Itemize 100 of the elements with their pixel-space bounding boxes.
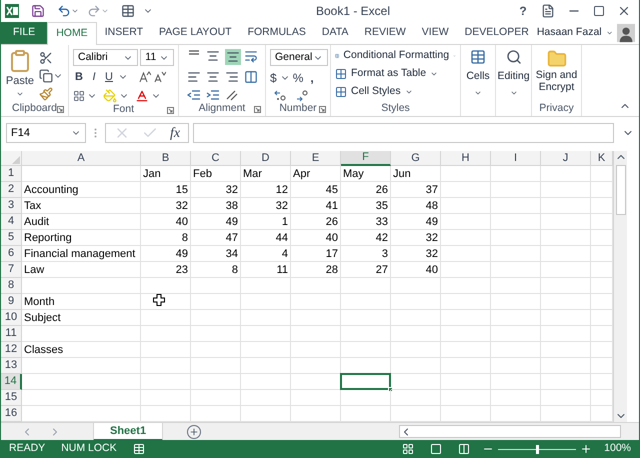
column-header[interactable]: D (241, 151, 291, 166)
ribbon-tab[interactable]: HOME (47, 22, 97, 45)
zoom-slider[interactable] (498, 444, 576, 454)
dialog-launcher-icon[interactable] (319, 106, 326, 113)
number-format-field[interactable]: General (270, 49, 328, 66)
decrease-decimal-icon[interactable] (296, 90, 310, 102)
column-header[interactable]: K (591, 151, 613, 166)
ribbon-tab[interactable]: REVIEW (356, 22, 414, 44)
row-header[interactable]: 10 (1, 310, 22, 326)
comma-button[interactable]: , (310, 69, 314, 87)
align-left-icon[interactable] (187, 70, 201, 84)
column-header[interactable]: B (141, 151, 191, 166)
percent-button[interactable]: % (292, 69, 304, 87)
bottom-align-button[interactable] (225, 49, 241, 65)
align-center-icon[interactable] (206, 70, 220, 84)
row-header[interactable]: 9 (1, 294, 22, 310)
copy-icon[interactable] (39, 69, 53, 83)
column-header[interactable]: H (441, 151, 491, 166)
row-header[interactable]: 6 (1, 246, 22, 262)
avatar[interactable] (616, 23, 635, 43)
save-icon[interactable] (31, 4, 45, 18)
horizontal-scrollbar[interactable] (399, 425, 621, 438)
scrollbar-thumb[interactable] (616, 165, 626, 215)
cells-button[interactable]: Cells (461, 45, 495, 116)
page-break-icon[interactable] (458, 443, 470, 455)
font-size-field[interactable]: 11 (140, 49, 174, 66)
paste-button[interactable]: Paste (5, 49, 35, 102)
spreadsheet-icon[interactable] (5, 4, 19, 18)
ribbon-tab[interactable]: PAGE LAYOUT (151, 22, 240, 44)
row-header[interactable]: 8 (1, 278, 22, 294)
row-header[interactable]: 7 (1, 262, 22, 278)
redo-icon[interactable] (87, 4, 101, 18)
styles-menu-button[interactable]: Cell Styles (335, 85, 456, 99)
merge-icon[interactable] (244, 70, 258, 84)
underline-button[interactable]: U (103, 69, 115, 86)
fill-color-icon[interactable] (103, 88, 117, 102)
row-header[interactable]: 16 (1, 406, 22, 422)
cut-icon[interactable] (39, 51, 53, 65)
ribbon-tab[interactable]: FILE (1, 22, 48, 44)
row-header[interactable]: 5 (1, 230, 22, 246)
format-painter-icon[interactable] (39, 87, 53, 101)
increase-indent-icon[interactable] (206, 89, 220, 101)
bold-button[interactable]: B (73, 69, 85, 86)
vertical-scrollbar[interactable] (613, 151, 627, 422)
align-right-icon[interactable] (225, 70, 239, 84)
row-header[interactable]: 4 (1, 214, 22, 230)
row-header[interactable]: 11 (1, 326, 22, 342)
help-button[interactable]: ? (513, 2, 533, 20)
column-header[interactable]: F (341, 151, 391, 166)
row-header[interactable]: 15 (1, 390, 22, 406)
column-header[interactable]: E (291, 151, 341, 166)
zoom-in-icon[interactable] (580, 443, 592, 455)
row-header[interactable]: 13 (1, 358, 22, 374)
close-icon[interactable] (617, 4, 631, 18)
dialog-launcher-icon[interactable] (167, 106, 174, 114)
borders-icon[interactable] (73, 90, 85, 102)
formula-field[interactable] (193, 123, 614, 143)
column-header[interactable]: G (391, 151, 441, 166)
sheet-tab[interactable]: Sheet1 (93, 422, 164, 440)
font-color-icon[interactable] (135, 88, 149, 102)
dialog-launcher-icon[interactable] (254, 106, 261, 113)
row-header[interactable]: 2 (1, 182, 22, 198)
name-box[interactable]: F14 (6, 123, 86, 143)
row-header[interactable]: 12 (1, 342, 22, 358)
normal-view-icon[interactable] (402, 443, 414, 455)
editing-button[interactable]: Editing (496, 45, 531, 116)
zoom-thumb[interactable] (536, 444, 540, 454)
styles-menu-button[interactable]: Conditional Formatting (335, 49, 456, 63)
styles-menu-button[interactable]: Format as Table (335, 67, 456, 81)
insert-function-button[interactable]: fx (170, 122, 180, 144)
ribbon-tab[interactable]: INSERT (96, 22, 152, 44)
column-header[interactable]: J (541, 151, 591, 166)
wrap-text-icon[interactable] (244, 49, 258, 63)
shrink-font-icon[interactable] (154, 71, 166, 84)
page-layout-icon[interactable] (430, 443, 442, 455)
grow-font-icon[interactable] (139, 71, 151, 84)
row-header[interactable]: 14 (1, 374, 22, 390)
user-name[interactable]: Hasaan Fazal (536, 25, 602, 41)
italic-button[interactable]: I (88, 69, 100, 86)
sign-and-encrypt-button[interactable]: Sign and Encrypt (532, 45, 581, 102)
ribbon-tab[interactable]: DATA (314, 22, 356, 44)
orientation-icon[interactable] (225, 89, 239, 101)
new-sheet-button[interactable] (187, 424, 202, 438)
zoom-percent[interactable]: 100% (604, 441, 631, 457)
row-header[interactable]: 3 (1, 198, 22, 214)
ribbon-tab[interactable]: DEVELOPER (456, 22, 537, 44)
undo-icon[interactable] (57, 4, 71, 18)
column-header[interactable]: C (191, 151, 241, 166)
maximize-icon[interactable] (593, 5, 605, 17)
decrease-indent-icon[interactable] (187, 89, 201, 101)
font-name-field[interactable]: Calibri (73, 49, 138, 66)
middle-align-icon[interactable] (206, 49, 220, 63)
currency-button[interactable]: $ (270, 69, 277, 87)
ribbon-tab[interactable]: FORMULAS (240, 22, 314, 44)
dialog-launcher-icon[interactable] (57, 106, 64, 113)
increase-decimal-icon[interactable] (274, 90, 288, 102)
row-header[interactable]: 1 (1, 166, 22, 182)
ribbon-tab[interactable]: VIEW (414, 22, 457, 44)
column-header[interactable]: A (22, 151, 141, 166)
column-header[interactable]: I (491, 151, 541, 166)
